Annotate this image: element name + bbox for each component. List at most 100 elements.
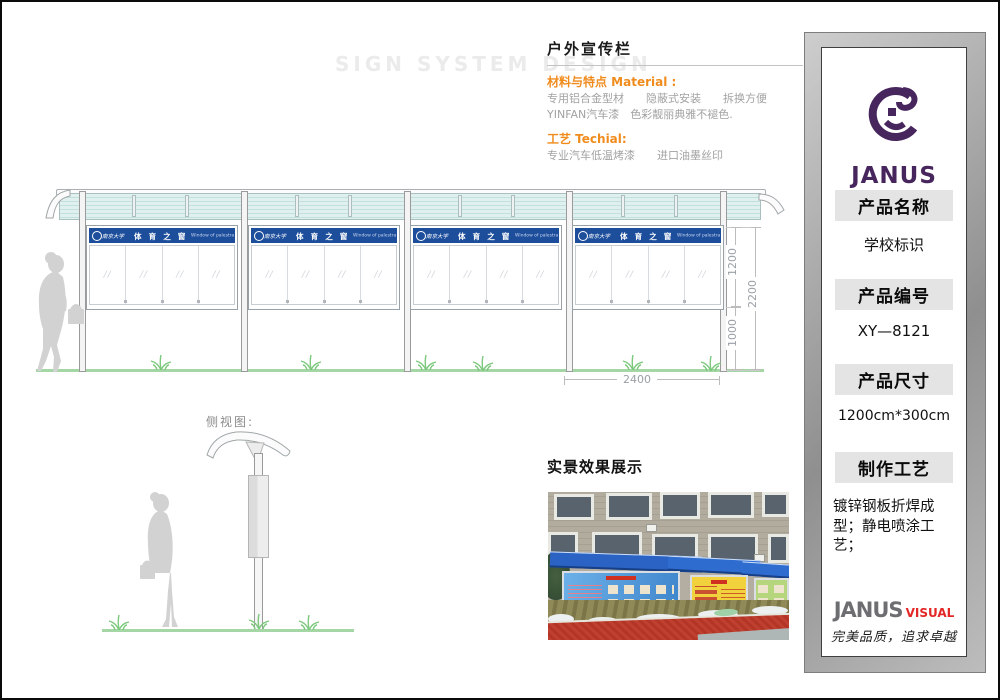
- photo-window: [606, 493, 652, 520]
- grass-icon: [415, 355, 437, 370]
- notice-board: 南京大学 体 育 之 窗 Window of palestra // // //…: [410, 225, 562, 310]
- photo-window: [660, 492, 700, 519]
- glass-pane: //: [487, 246, 523, 304]
- side-view-canopy: [204, 429, 294, 467]
- glass-pane: //: [361, 246, 396, 304]
- notice-board: 南京大学 体 育 之 窗 Window of palestra // // //…: [86, 225, 238, 310]
- grass-icon: [150, 355, 172, 370]
- section-header-product-name: 产品名称: [835, 190, 953, 221]
- section-header-production-process: 制作工艺: [835, 452, 953, 483]
- university-name: 南京大学: [102, 231, 124, 239]
- university-name: 南京大学: [588, 231, 610, 239]
- university-name: 南京大学: [426, 231, 448, 239]
- material-label: 材料与特点 Material :: [547, 73, 803, 90]
- photo-window: [768, 534, 789, 563]
- dimension-value: 2200: [746, 277, 759, 311]
- material-line: 专用铝合金型材 隐蔽式安装 拆换方便: [547, 92, 803, 106]
- glass-pane: //: [576, 246, 612, 304]
- roof-mullion: [621, 195, 625, 217]
- janus-visual-wordmark: JANUS: [834, 598, 903, 622]
- roof-mullion: [348, 195, 352, 217]
- glass-pane: //: [450, 246, 486, 304]
- production-process-value: 镀锌钢板折焊成型；静电喷涂工艺；: [833, 498, 957, 557]
- glass-pane: //: [325, 246, 361, 304]
- board-subtitle: Window of palestra: [515, 233, 558, 238]
- front-elevation-drawing: 南京大学 体 育 之 窗 Window of palestra // // //…: [32, 185, 792, 390]
- product-info-panel: JANUS 雅努思标识 产品名称 学校标识 产品编号 XY—8121 产品尺寸 …: [804, 32, 986, 673]
- photo-section-label: 实景效果展示: [547, 456, 643, 477]
- photo-window: [554, 494, 594, 520]
- board-title: 体 育 之 窗: [458, 230, 512, 241]
- board-header: 南京大学 体 育 之 窗 Window of palestra: [413, 228, 559, 243]
- glass-pane: //: [163, 246, 199, 304]
- janus-wordmark: JANUS: [822, 163, 966, 189]
- ac-unit: [646, 524, 657, 532]
- roof-mullion: [132, 195, 136, 217]
- board-title: 体 育 之 窗: [296, 230, 350, 241]
- grass-icon: [700, 356, 722, 371]
- product-number-value: XY—8121: [822, 322, 966, 340]
- product-info-card: JANUS 雅努思标识 产品名称 学校标识 产品编号 XY—8121 产品尺寸 …: [821, 47, 967, 657]
- roof-mullion: [458, 195, 462, 217]
- roof-mullion: [674, 195, 678, 217]
- board-subtitle: Window of palestra: [677, 233, 720, 238]
- side-view-panel: [248, 475, 269, 558]
- grass-icon: [108, 615, 130, 630]
- board-subtitle: Window of palestra: [353, 233, 396, 238]
- glass-doors: // // // //: [575, 245, 721, 305]
- glass-doors: // // // //: [89, 245, 235, 305]
- glass-pane: //: [523, 246, 558, 304]
- board-title: 体 育 之 窗: [134, 230, 188, 241]
- glass-pane: //: [126, 246, 162, 304]
- glass-doors: // // // //: [251, 245, 397, 305]
- glass-pane: //: [90, 246, 126, 304]
- material-line: YINFAN汽车漆 色彩靓丽典雅不褪色.: [547, 108, 803, 122]
- glass-doors: // // // //: [413, 245, 559, 305]
- glass-pane: //: [414, 246, 450, 304]
- grass-icon: [472, 356, 494, 371]
- spec-title: 户外宣传栏: [547, 38, 803, 66]
- product-size-value: 1200cm*300cm: [822, 408, 966, 424]
- board-header: 南京大学 体 育 之 窗 Window of palestra: [89, 228, 235, 243]
- glass-pane: //: [649, 246, 685, 304]
- board-subtitle: Window of palestra: [191, 233, 234, 238]
- janus-logo-icon: [866, 86, 922, 158]
- janus-visual-accent: VISUAL: [906, 606, 955, 620]
- glass-pane: //: [199, 246, 234, 304]
- technique-label: 工艺 Techial:: [547, 130, 803, 147]
- poster-title-bar: [711, 580, 727, 584]
- company-tagline: 完美品质，追求卓越: [822, 626, 966, 645]
- roof-mullion: [511, 195, 515, 217]
- dimension-value: 1200: [726, 245, 739, 279]
- university-emblem-icon: [416, 231, 426, 241]
- grass-icon: [622, 355, 644, 370]
- glass-pane: //: [288, 246, 324, 304]
- board-header: 南京大学 体 育 之 窗 Window of palestra: [575, 228, 721, 243]
- poster-thumbnails: [758, 585, 788, 593]
- dim-extension: [726, 370, 760, 371]
- design-sheet: SIGN SYSTEM DESIGN 户外宣传栏 材料与特点 Material …: [0, 0, 1000, 700]
- section-header-product-number: 产品编号: [835, 279, 953, 310]
- site-photo: [548, 492, 789, 640]
- side-view-label: 侧视图:: [206, 413, 254, 430]
- dimension-value: 2400: [617, 373, 657, 386]
- glass-pane: //: [612, 246, 648, 304]
- ground-line: [36, 369, 764, 372]
- product-name-value: 学校标识: [822, 234, 966, 255]
- notice-board: 南京大学 体 育 之 窗 Window of palestra // // //…: [248, 225, 400, 310]
- university-name: 南京大学: [264, 231, 286, 239]
- photo-window: [708, 492, 754, 518]
- canopy-right-curve: [756, 186, 786, 218]
- side-view-drawing: 侧视图:: [102, 405, 372, 640]
- grass-icon: [298, 615, 320, 630]
- grass-icon: [248, 614, 270, 629]
- poster-title-bar: [606, 576, 636, 580]
- roof-mullion: [295, 195, 299, 217]
- spec-block: 户外宣传栏 材料与特点 Material : 专用铝合金型材 隐蔽式安装 拆换方…: [547, 38, 803, 163]
- board-title: 体 育 之 窗: [620, 230, 674, 241]
- board-header: 南京大学 体 育 之 窗 Window of palestra: [251, 228, 397, 243]
- grass-icon: [300, 355, 322, 370]
- photo-canopy: [742, 561, 789, 578]
- poster-thumbnails: [608, 585, 674, 594]
- dimension-value: 1000: [726, 316, 739, 350]
